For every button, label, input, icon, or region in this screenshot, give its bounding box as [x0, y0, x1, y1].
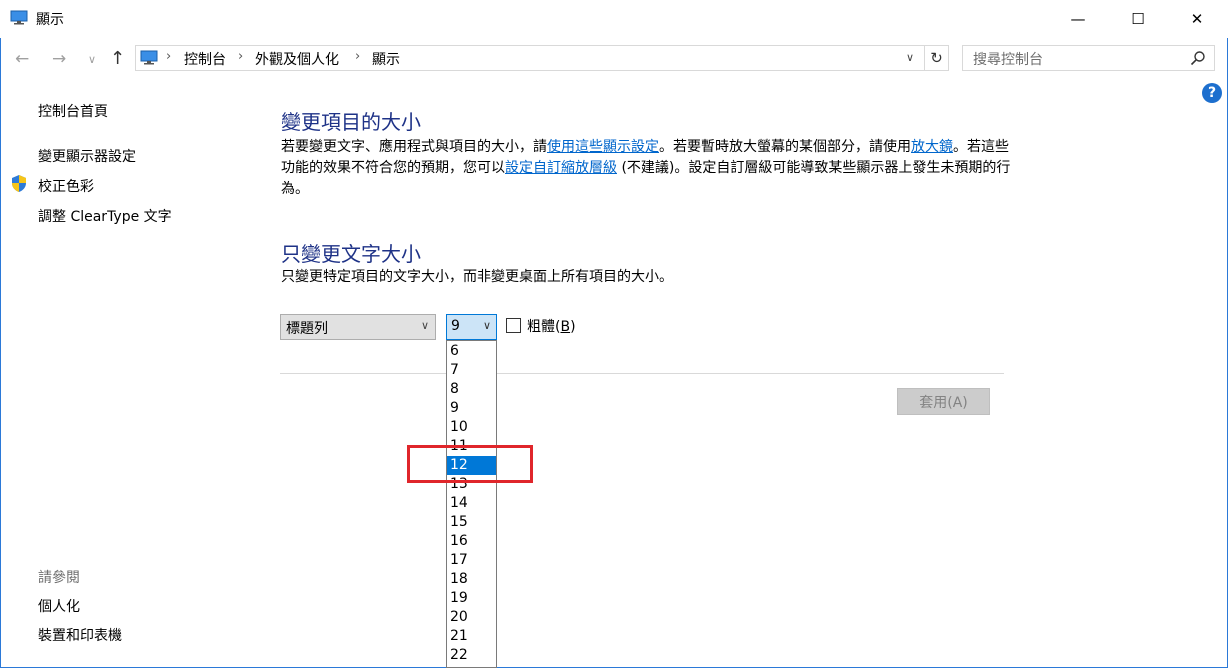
recent-locations-chevron-icon[interactable]: ∨	[88, 53, 96, 66]
refresh-icon: ↻	[930, 49, 943, 67]
font-size-option[interactable]: 7	[447, 361, 496, 380]
font-size-option[interactable]: 20	[447, 608, 496, 627]
description-text: 若要變更文字、應用程式與項目的大小，請	[281, 139, 547, 155]
section-description-text-size: 只變更特定項目的文字大小，而非變更桌面上所有項目的大小。	[281, 269, 673, 285]
description-text: 。若要暫時放大螢幕的某個部分，請使用	[659, 139, 911, 155]
up-arrow-icon[interactable]: ↑	[110, 48, 125, 69]
display-settings-link[interactable]: 使用這些顯示設定	[547, 139, 659, 155]
minimize-button[interactable]: —	[1055, 0, 1101, 38]
font-size-option[interactable]: 18	[447, 570, 496, 589]
font-size-option[interactable]: 8	[447, 380, 496, 399]
font-size-option[interactable]: 21	[447, 627, 496, 646]
breadcrumb-chevron-icon[interactable]: ›	[355, 49, 360, 64]
control-panel-icon	[140, 50, 158, 65]
maximize-icon: ☐	[1131, 10, 1145, 28]
display-icon	[10, 10, 28, 25]
item-select-value: 標題列	[286, 321, 328, 337]
chevron-down-icon: ∨	[420, 319, 429, 332]
search-placeholder: 搜尋控制台	[973, 52, 1043, 68]
font-size-select-value: 9	[451, 318, 460, 334]
divider	[280, 373, 1004, 374]
close-button[interactable]: ✕	[1174, 0, 1220, 38]
window-title: 顯示	[36, 12, 64, 28]
sidebar-item-personalization[interactable]: 個人化	[38, 596, 80, 616]
font-size-option[interactable]: 17	[447, 551, 496, 570]
title-bar: 顯示 — ☐ ✕	[0, 0, 1228, 38]
close-icon: ✕	[1190, 10, 1204, 28]
bold-checkbox-label[interactable]: 粗體(B)	[527, 316, 576, 336]
section-description-change-size: 若要變更文字、應用程式與項目的大小，請使用這些顯示設定。若要暫時放大螢幕的某個部…	[281, 137, 1011, 200]
section-title-change-size: 變更項目的大小	[281, 110, 421, 134]
maximize-button[interactable]: ☐	[1115, 0, 1161, 38]
chevron-down-icon: ∨	[482, 319, 491, 332]
help-icon[interactable]: ?	[1202, 83, 1222, 103]
apply-button[interactable]: 套用(A)	[897, 388, 990, 415]
font-size-option[interactable]: 14	[447, 494, 496, 513]
address-history-chevron-icon[interactable]: ∨	[906, 51, 914, 64]
sidebar-see-also-title: 請參閱	[38, 570, 80, 586]
bold-label-accesskey: B	[560, 319, 571, 335]
font-size-option[interactable]: 15	[447, 513, 496, 532]
back-arrow-icon[interactable]: ←	[15, 49, 29, 69]
font-size-option[interactable]: 16	[447, 532, 496, 551]
item-select[interactable]: 標題列 ∨	[280, 314, 436, 340]
font-size-option[interactable]: 19	[447, 589, 496, 608]
font-size-option[interactable]: 10	[447, 418, 496, 437]
forward-arrow-icon[interactable]: →	[52, 49, 66, 69]
annotation-highlight-box	[407, 445, 533, 483]
bold-label-text: )	[570, 319, 576, 335]
font-size-select[interactable]: 9 ∨	[446, 314, 497, 340]
minimize-icon: —	[1070, 10, 1086, 28]
magnifier-link[interactable]: 放大鏡	[911, 139, 953, 155]
breadcrumb-display[interactable]: 顯示	[372, 49, 400, 69]
font-size-option[interactable]: 22	[447, 646, 496, 665]
font-size-dropdown-list[interactable]: 6 7 8 9 10 11 12 13 14 15 16 17 18 19 20 21 22	[446, 340, 497, 668]
bold-label-text: 粗體(	[527, 319, 561, 335]
breadcrumb-chevron-icon[interactable]: ›	[166, 49, 171, 64]
custom-scaling-link[interactable]: 設定自訂縮放層級	[505, 160, 617, 176]
search-icon	[1190, 51, 1205, 66]
font-size-option[interactable]: 6	[447, 342, 496, 361]
section-title-text-size: 只變更文字大小	[281, 242, 421, 266]
sidebar-item-display-settings[interactable]: 變更顯示器設定	[38, 146, 136, 166]
sidebar-item-calibrate-color[interactable]: 校正色彩	[38, 176, 94, 196]
refresh-button[interactable]: ↻	[925, 45, 949, 71]
breadcrumb-chevron-icon[interactable]: ›	[238, 49, 243, 64]
bold-checkbox[interactable]	[506, 318, 521, 333]
breadcrumb-control-panel[interactable]: 控制台	[184, 49, 226, 69]
search-input[interactable]: 搜尋控制台	[962, 45, 1215, 71]
window-frame	[0, 0, 1228, 668]
sidebar-item-devices-printers[interactable]: 裝置和印表機	[38, 625, 122, 645]
font-size-option[interactable]: 9	[447, 399, 496, 418]
shield-icon	[12, 175, 26, 192]
address-bar[interactable]: › 控制台 › 外觀及個人化 › 顯示 ∨	[135, 45, 925, 71]
sidebar-item-cleartype[interactable]: 調整 ClearType 文字	[38, 206, 172, 226]
sidebar-control-panel-home[interactable]: 控制台首頁	[38, 101, 108, 121]
breadcrumb-appearance[interactable]: 外觀及個人化	[255, 49, 339, 69]
